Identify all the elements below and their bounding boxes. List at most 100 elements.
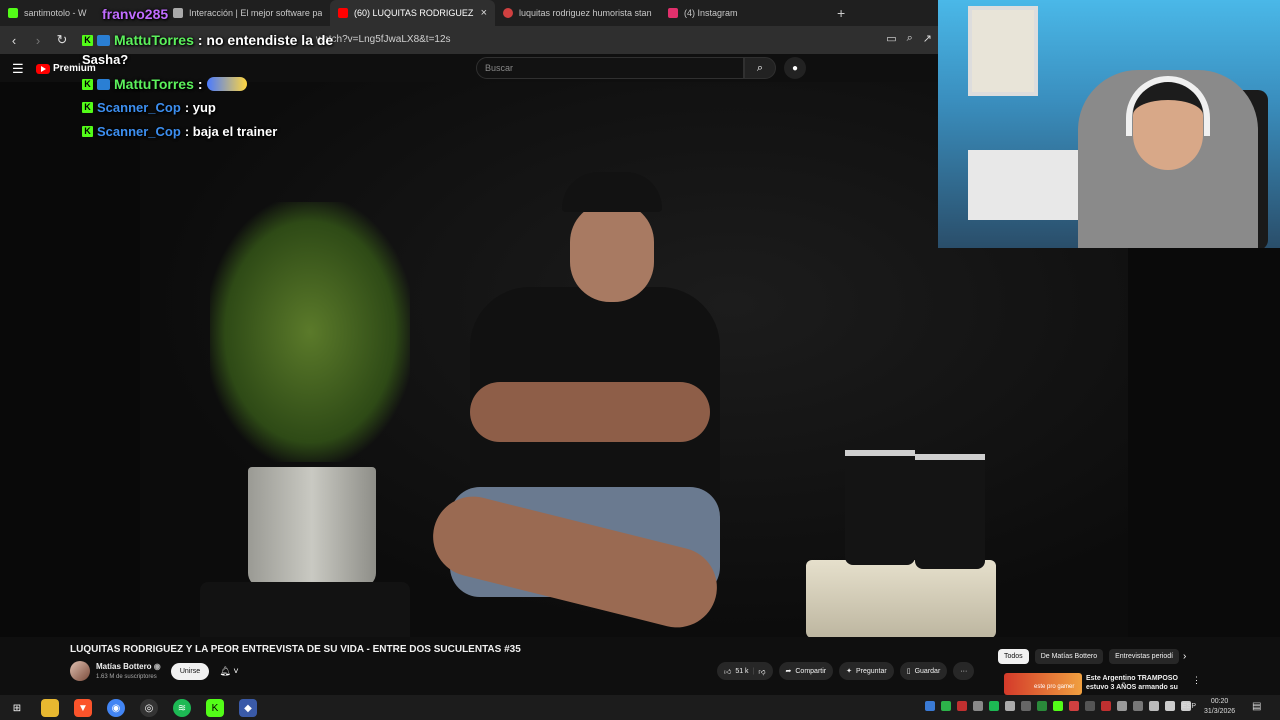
clock[interactable]: 00:20 31/3/2026 xyxy=(1204,697,1235,717)
chat-username: franvo285 xyxy=(102,6,169,22)
tab-title: luquitas rodriguez humorista stand u xyxy=(519,8,652,18)
tray-icon[interactable] xyxy=(957,701,967,711)
tab-youtube-video[interactable]: (60) LUQUITAS RODRIGUEZ Y LA × xyxy=(330,0,495,26)
taskbar-apps: ⊞ ▼ ◉ ◎ ≋ K ◆ xyxy=(8,699,257,717)
printer-image xyxy=(968,150,1078,220)
tray-icon[interactable] xyxy=(1021,701,1031,711)
thumbs-down-icon[interactable]: 👎︎ xyxy=(758,667,765,676)
tray-icon[interactable] xyxy=(1085,701,1095,711)
sparkle-icon: ✦ xyxy=(846,668,852,675)
tab-instagram[interactable]: (4) Instagram xyxy=(660,0,825,26)
tray-icon[interactable] xyxy=(925,701,935,711)
chevron-down-icon: ˅ xyxy=(230,666,239,676)
tray-icon[interactable] xyxy=(973,701,983,711)
chevron-right-icon[interactable]: › xyxy=(1183,651,1186,662)
channel-avatar[interactable] xyxy=(70,661,90,681)
address-actions: ▭ ⌕ ↗ xyxy=(886,32,932,45)
cast-icon[interactable]: ▭ xyxy=(886,32,896,45)
tray-icon[interactable] xyxy=(1005,701,1015,711)
search-icon[interactable]: ⌕ xyxy=(744,57,776,79)
channel-name[interactable]: Matías Bottero ◉ xyxy=(96,662,161,671)
join-button[interactable]: Unirse xyxy=(171,663,209,680)
microphone-icon[interactable]: ● xyxy=(784,57,806,79)
tab-google-search[interactable]: luquitas rodriguez humorista stand u xyxy=(495,0,660,26)
emote-icon xyxy=(206,77,247,91)
bookmark-icon: ▯ xyxy=(906,668,911,675)
share-icon[interactable]: ↗ xyxy=(923,32,932,45)
share-arrow-icon: ➦ xyxy=(785,668,792,675)
recommendation-chips: Todos De Matías Bottero Entrevistas peri… xyxy=(998,649,1180,664)
search-site-icon xyxy=(503,8,513,18)
tab-interaccion[interactable]: Interacción | El mejor software para ¡ xyxy=(165,0,330,26)
windows-start-icon[interactable]: ⊞ xyxy=(8,699,26,717)
language-indicator[interactable]: ESP xyxy=(1182,703,1196,710)
clock-date: 31/3/2026 xyxy=(1204,708,1236,715)
brave-browser-icon[interactable]: ▼ xyxy=(74,699,92,717)
tray-icon[interactable] xyxy=(1053,701,1063,711)
kick-icon xyxy=(8,8,18,18)
app-icon[interactable]: ◆ xyxy=(239,699,257,717)
back-icon[interactable]: ‹ xyxy=(4,33,24,48)
ask-button[interactable]: ✦ Preguntar xyxy=(839,662,894,680)
chat-message: K Scanner_Cop : yup xyxy=(82,100,216,115)
like-button[interactable]: 👍︎ 51 k | 👎︎ xyxy=(717,662,773,680)
zoom-icon[interactable]: ⌕ xyxy=(907,32,913,45)
more-vert-icon[interactable]: ⋮ xyxy=(1192,675,1201,686)
plant-image xyxy=(210,202,410,462)
chat-username: MattuTorres xyxy=(114,76,194,92)
forward-icon[interactable]: › xyxy=(28,33,48,48)
wifi-icon[interactable] xyxy=(1165,701,1175,711)
more-actions-button[interactable]: ··· xyxy=(953,662,975,680)
obs-icon[interactable]: ◎ xyxy=(140,699,158,717)
menu-icon[interactable]: ☰ xyxy=(12,61,24,77)
close-tab-icon[interactable]: × xyxy=(481,7,487,19)
notifications-icon[interactable]: ▤ xyxy=(1252,701,1261,712)
reload-icon[interactable]: ↻ xyxy=(52,32,72,48)
share-button[interactable]: ➦ Compartir xyxy=(778,662,834,680)
chip-all[interactable]: Todos xyxy=(998,649,1029,664)
notifications-bell-button[interactable]: 🔔︎ ˅ xyxy=(213,663,245,680)
chat-username: MattuTorres xyxy=(114,32,194,48)
tab-title: (60) LUQUITAS RODRIGUEZ Y LA xyxy=(354,8,475,18)
tray-icon[interactable] xyxy=(1117,701,1127,711)
share-label: Compartir xyxy=(795,667,827,675)
file-explorer-icon[interactable] xyxy=(41,699,59,717)
interviewee-image xyxy=(424,172,740,637)
new-tab-button[interactable]: + xyxy=(837,5,845,21)
kick-badge-icon: K xyxy=(82,78,93,90)
chat-username: Scanner_Cop xyxy=(97,124,181,139)
tray-icon[interactable] xyxy=(989,701,999,711)
tray-icon[interactable] xyxy=(1069,701,1079,711)
tray-icon[interactable] xyxy=(1149,701,1159,711)
kick-app-icon[interactable]: K xyxy=(206,699,224,717)
chat-text: : no entendiste la de xyxy=(197,32,334,48)
tab-title: Interacción | El mejor software para ¡ xyxy=(189,8,322,18)
search-input[interactable]: Buscar xyxy=(476,57,744,79)
plant-pot-image xyxy=(248,467,376,587)
tray-icon[interactable] xyxy=(1133,701,1143,711)
tray-icon[interactable] xyxy=(1101,701,1111,711)
youtube-icon xyxy=(338,8,348,18)
site-icon xyxy=(173,8,183,18)
url-field[interactable]: watch?v=Lng5fJwaLX8&t=12s xyxy=(316,34,451,45)
plant-stand-image xyxy=(200,582,410,637)
tray-icon[interactable] xyxy=(1037,701,1047,711)
chat-message: K Scanner_Cop : baja el trainer xyxy=(82,124,277,139)
save-button[interactable]: ▯ Guardar xyxy=(899,662,948,680)
chat-username: Scanner_Cop xyxy=(97,100,181,115)
youtube-play-icon xyxy=(36,63,50,74)
pedestal-image xyxy=(806,560,996,637)
screen: santimotolo - W Interacción | El mejor s… xyxy=(0,0,1280,720)
cup-image xyxy=(915,454,985,569)
tray-icon[interactable] xyxy=(941,701,951,711)
chrome-icon[interactable]: ◉ xyxy=(107,699,125,717)
cup-image xyxy=(845,450,915,565)
video-letterbox-left xyxy=(0,82,140,637)
spotify-icon[interactable]: ≋ xyxy=(173,699,191,717)
tab-title: (4) Instagram xyxy=(684,8,738,18)
chip-channel[interactable]: De Matías Bottero xyxy=(1034,649,1104,664)
video-actions: 👍︎ 51 k | 👎︎ ➦ Compartir ✦ Preguntar ▯ G… xyxy=(717,662,975,680)
recommended-video-thumbnail[interactable]: este pro gamer xyxy=(1004,673,1082,695)
channel-name-text: Matías Bottero xyxy=(96,662,152,671)
chip-interviews[interactable]: Entrevistas periodí xyxy=(1109,649,1180,664)
